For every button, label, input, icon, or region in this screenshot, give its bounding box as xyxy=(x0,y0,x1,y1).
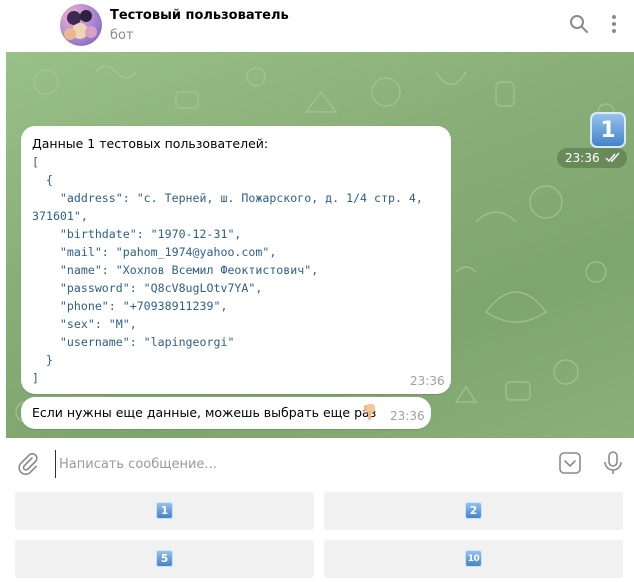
avatar[interactable] xyxy=(60,4,102,46)
message-time: 23:36 xyxy=(410,374,445,388)
sent-time-text: 23:36 xyxy=(565,151,600,165)
more-vertical-icon[interactable] xyxy=(602,12,626,36)
bot-message-bubble: Данные 1 тестовых пользователей: [ { "ad… xyxy=(21,126,451,394)
keyboard-button-label: 5 xyxy=(160,552,169,565)
keyboard-button-10[interactable]: 10 xyxy=(324,540,623,578)
double-check-icon xyxy=(605,152,620,163)
microphone-icon[interactable] xyxy=(601,450,625,476)
keyboard-button-2[interactable]: 2 xyxy=(324,492,623,530)
sent-message-time: 23:36 xyxy=(557,148,627,168)
pointing-down-hand-icon xyxy=(364,404,375,420)
keycap-emoji: 5 xyxy=(156,550,173,567)
keyboard-button-label: 10 xyxy=(467,553,480,564)
message-title: Данные 1 тестовых пользователей: xyxy=(32,136,269,151)
keyboard-button-label: 1 xyxy=(160,504,169,517)
keyboard-button-5[interactable]: 5 xyxy=(15,540,314,578)
sent-keycap-label: 1 xyxy=(600,117,616,143)
keycap-emoji: 1 xyxy=(156,502,173,519)
search-icon[interactable] xyxy=(567,12,591,36)
keycap-emoji: 10 xyxy=(465,550,482,567)
message-input[interactable] xyxy=(55,450,541,478)
message-time: 23:36 xyxy=(390,409,425,423)
chat-title[interactable]: Тестовый пользователь xyxy=(110,8,289,23)
code-block[interactable]: [ { "address": "с. Терней, ш. Пожарского… xyxy=(32,153,423,387)
chat-header: Тестовый пользователь бот xyxy=(0,0,634,52)
message-text: Если нужны еще данные, можешь выбрать ещ… xyxy=(32,405,377,420)
message-composer xyxy=(0,440,634,486)
paperclip-icon[interactable] xyxy=(16,451,40,475)
bot-keyboard-icon[interactable] xyxy=(558,451,582,475)
keyboard-button-1[interactable]: 1 xyxy=(15,492,314,530)
sent-keycap-emoji: 1 xyxy=(590,112,626,148)
keycap-emoji: 2 xyxy=(465,502,482,519)
bot-message-bubble: Если нужны еще данные, можешь выбрать ещ… xyxy=(21,397,431,429)
chat-status: бот xyxy=(110,28,134,43)
keyboard-button-label: 2 xyxy=(469,504,478,517)
